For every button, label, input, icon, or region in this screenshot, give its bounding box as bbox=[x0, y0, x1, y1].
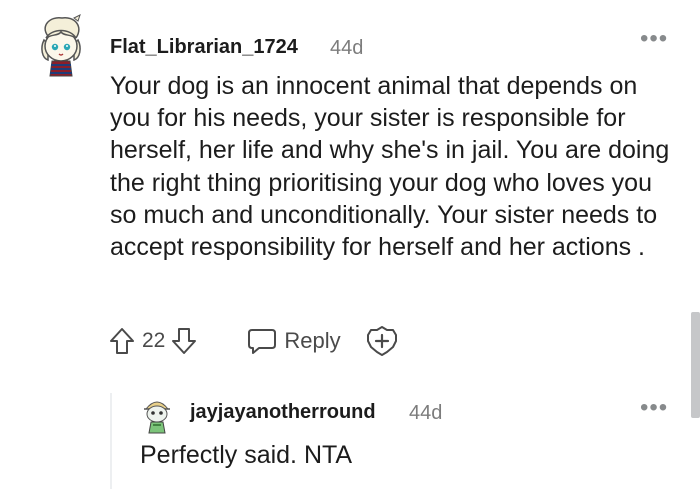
comment-timestamp[interactable]: 44d bbox=[330, 37, 363, 60]
downvote-button[interactable] bbox=[170, 326, 198, 356]
award-icon bbox=[366, 326, 397, 356]
avatar-character-icon bbox=[41, 14, 81, 77]
upvote-button[interactable] bbox=[108, 326, 136, 356]
comment-action-bar: 22 Reply bbox=[108, 322, 399, 360]
user-avatar[interactable] bbox=[34, 14, 88, 80]
upvote-icon bbox=[110, 328, 134, 354]
reply-more-options-button[interactable]: ••• bbox=[640, 396, 668, 420]
more-options-button[interactable]: ••• bbox=[640, 27, 668, 51]
vote-score: 22 bbox=[142, 329, 166, 352]
reply-icon bbox=[248, 329, 277, 354]
reply-username[interactable]: jayjayanotherround bbox=[190, 401, 376, 424]
thread-line[interactable] bbox=[110, 393, 112, 489]
scrollbar-thumb[interactable] bbox=[691, 312, 700, 418]
reply-button[interactable]: Reply bbox=[246, 326, 341, 356]
award-button[interactable] bbox=[365, 324, 399, 358]
reply-user-avatar[interactable] bbox=[140, 395, 174, 435]
reply-timestamp[interactable]: 44d bbox=[409, 402, 442, 425]
avatar-character-icon bbox=[144, 401, 170, 434]
comment-username[interactable]: Flat_Librarian_1724 bbox=[110, 36, 298, 59]
comment-body: Your dog is an innocent animal that depe… bbox=[110, 72, 670, 262]
reply-body: Perfectly said. NTA bbox=[140, 441, 353, 469]
downvote-icon bbox=[172, 328, 197, 354]
reply-label: Reply bbox=[284, 328, 341, 353]
